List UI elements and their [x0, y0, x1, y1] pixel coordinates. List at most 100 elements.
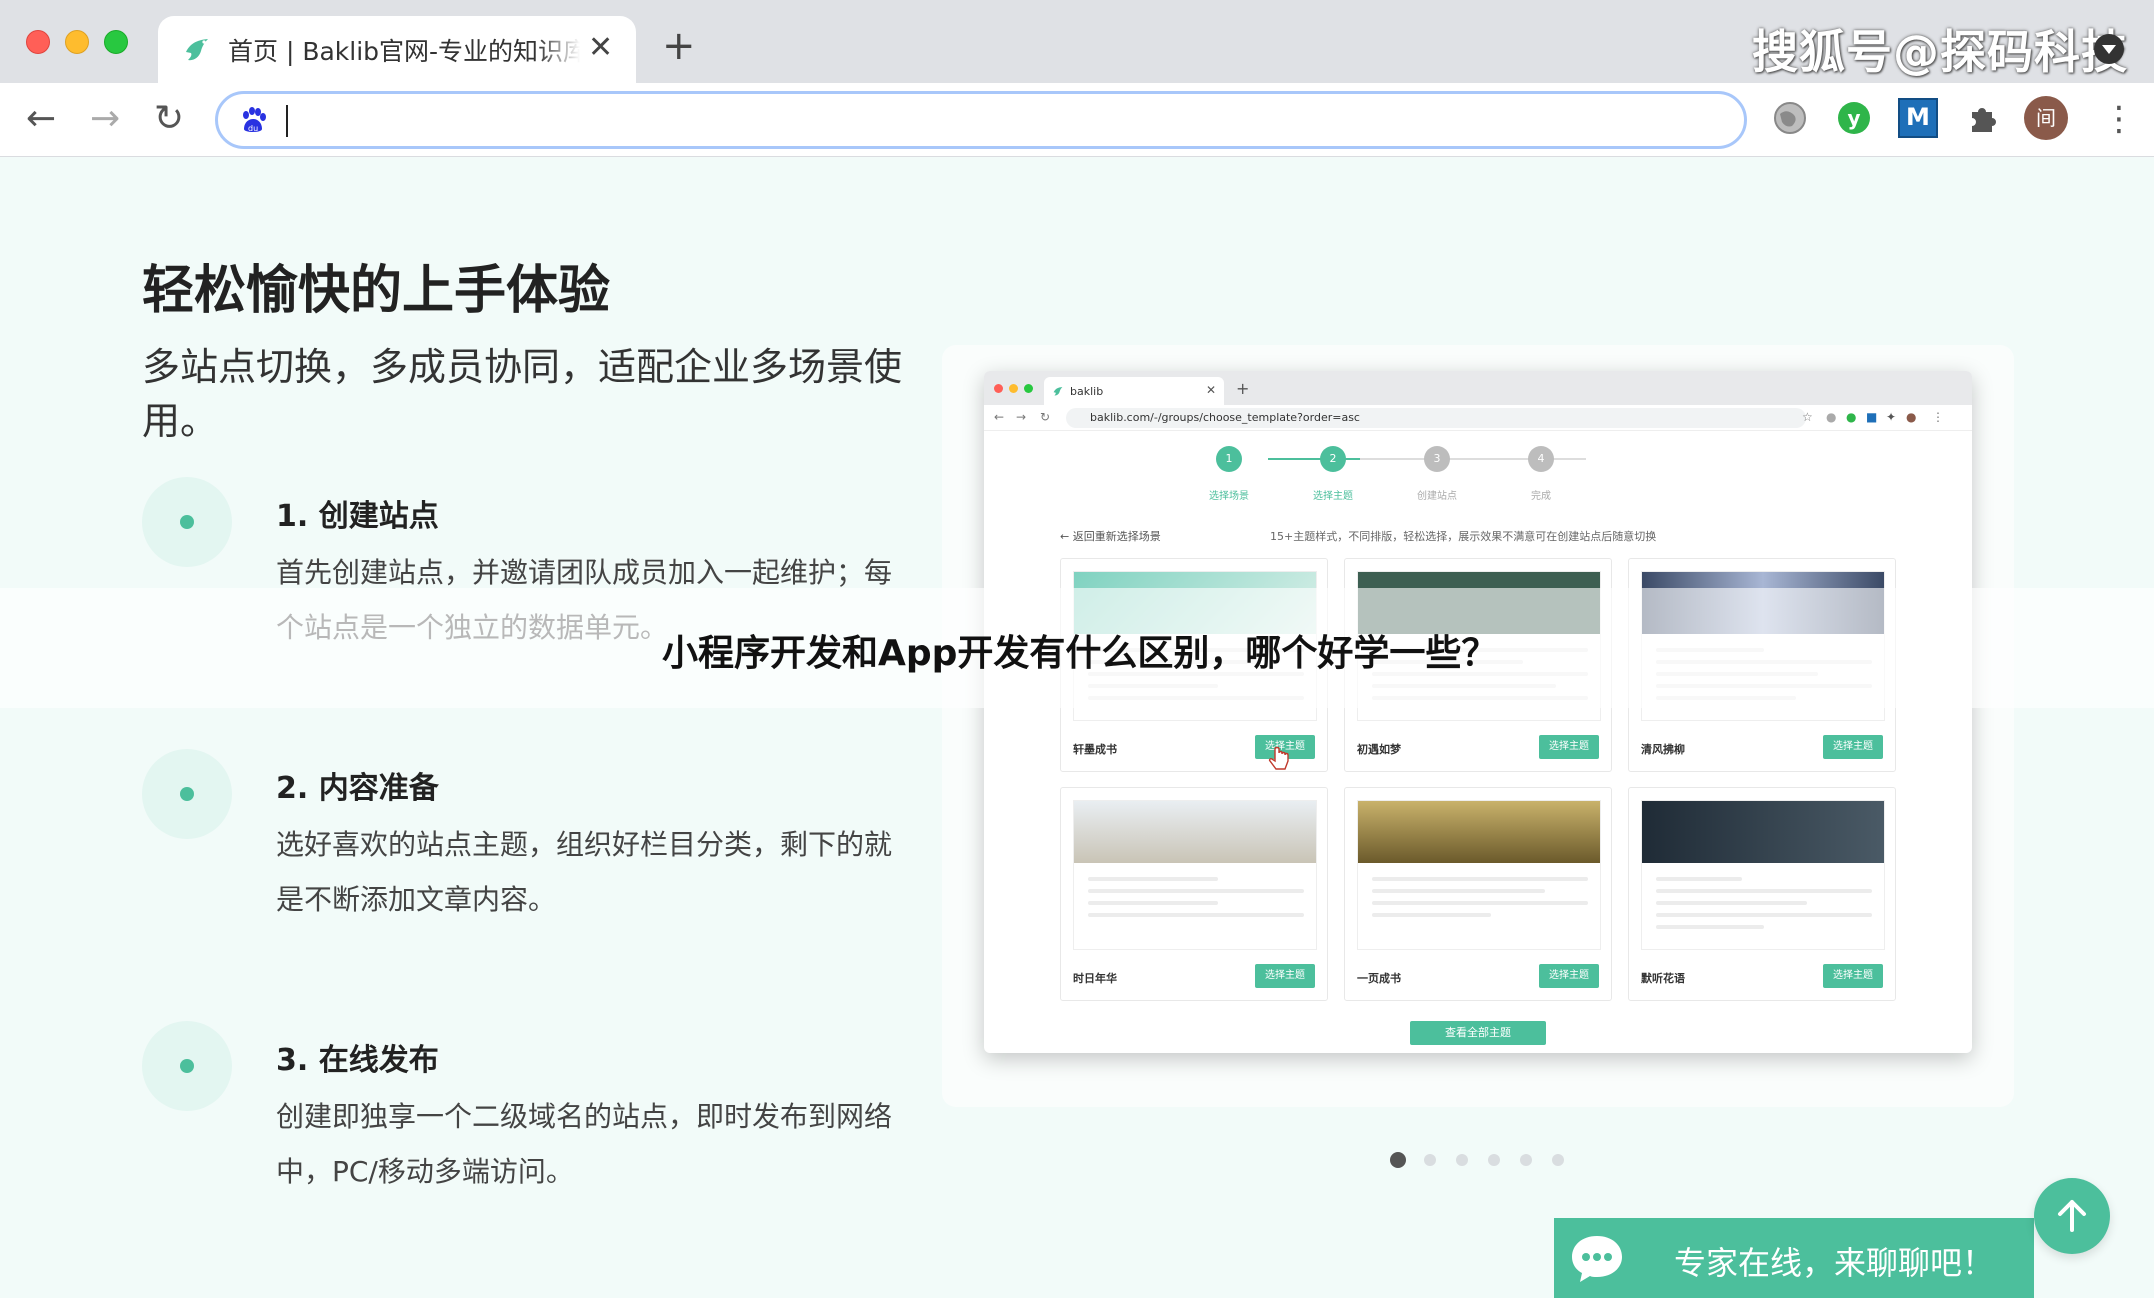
- preview-close-dot: [994, 384, 1003, 393]
- carousel-dot-1[interactable]: [1390, 1152, 1406, 1168]
- arrow-up-icon: [2058, 1200, 2086, 1232]
- chat-bubble-icon: [1572, 1236, 1622, 1282]
- select-theme-button: 选择主题: [1539, 964, 1599, 988]
- step-bullet-icon: [142, 749, 232, 839]
- back-to-top-button[interactable]: [2034, 1178, 2110, 1254]
- select-theme-button: 选择主题: [1823, 735, 1883, 759]
- template-thumbnail: [1357, 800, 1601, 950]
- new-tab-button[interactable]: +: [662, 26, 696, 66]
- stepper-label: 选择场景: [1209, 491, 1249, 502]
- browser-tab-bar: 首页 | Baklib官网-专业的知识库及在线文档 ✕ + 搜狐号@探码科技: [0, 0, 2154, 83]
- template-hint: 15+主题样式，不同排版，轻松选择，展示效果不满意可在创建站点后随意切换: [1270, 530, 1657, 543]
- address-bar[interactable]: du: [215, 91, 1747, 149]
- back-button[interactable]: ←: [26, 99, 56, 139]
- template-card: 一页成书 选择主题: [1344, 787, 1612, 1001]
- preview-browser-window: baklib ✕ + ← → ↻ baklib.com/-/groups/cho…: [984, 371, 1972, 1053]
- template-name: 轩墨成书: [1073, 743, 1117, 756]
- reload-button[interactable]: ↻: [154, 99, 184, 139]
- puzzle-icon[interactable]: [1962, 98, 2002, 138]
- minimize-window-button[interactable]: [65, 30, 89, 54]
- select-theme-button: 选择主题: [1255, 964, 1315, 988]
- template-name: 初遇如梦: [1357, 743, 1401, 756]
- m-extension-icon: ■: [1866, 410, 1878, 424]
- tab-title: 首页 | Baklib官网-专业的知识库及在线文档: [228, 37, 580, 66]
- close-window-button[interactable]: [26, 30, 50, 54]
- template-name: 默听花语: [1641, 972, 1685, 985]
- step-title: 1. 创建站点: [276, 499, 439, 534]
- template-card: 默听花语 选择主题: [1628, 787, 1896, 1001]
- green-v-extension-icon[interactable]: y: [1834, 98, 1874, 138]
- overlay-banner-text: 小程序开发和App开发有什么区别，哪个好学一些？: [662, 633, 1498, 674]
- step-bullet-icon: [142, 477, 232, 567]
- watermark-text: 搜狐号@探码科技: [1752, 25, 2128, 79]
- v-ext-label: y: [1847, 106, 1860, 130]
- kebab-menu-icon: ⋮: [1932, 410, 1944, 424]
- forward-icon: →: [1016, 410, 1027, 424]
- stepper-label: 完成: [1531, 491, 1551, 502]
- preview-minimize-dot: [1009, 384, 1018, 393]
- carousel-dot-6[interactable]: [1552, 1154, 1564, 1166]
- back-to-scene-link: ← 返回重新选择场景: [1060, 530, 1161, 543]
- globe-icon: ●: [1826, 410, 1837, 424]
- preview-zoom-dot: [1024, 384, 1033, 393]
- baidu-paw-icon: du: [243, 107, 266, 133]
- globe-icon[interactable]: [1770, 98, 1810, 138]
- hand-cursor-icon: [1268, 746, 1289, 770]
- chat-label: 专家在线，来聊聊吧！: [1674, 1244, 1995, 1282]
- carousel-dot-5[interactable]: [1520, 1154, 1532, 1166]
- tab-close-icon[interactable]: ✕: [588, 30, 613, 66]
- chat-widget-button[interactable]: 专家在线，来聊聊吧！: [1554, 1218, 2034, 1298]
- step-title: 3. 在线发布: [276, 1043, 439, 1078]
- close-icon: ✕: [1205, 383, 1216, 397]
- step-description: 创建即独享一个二级域名的站点，即时发布到网络中，PC/移动多端访问。: [276, 1100, 893, 1188]
- green-v-extension-icon: ●: [1846, 410, 1857, 424]
- preview-url: baklib.com/-/groups/choose_template?orde…: [1066, 408, 1806, 428]
- puzzle-icon: ✦: [1886, 410, 1897, 424]
- plus-icon: +: [1236, 379, 1250, 398]
- template-name: 时日年华: [1073, 972, 1117, 985]
- stepper-label: 创建站点: [1417, 491, 1457, 502]
- page-title: 轻松愉快的上手体验: [142, 261, 611, 321]
- star-icon: ☆: [1802, 410, 1813, 424]
- carousel-dot-4[interactable]: [1488, 1154, 1500, 1166]
- step-bullet-icon: [142, 1021, 232, 1111]
- stepper-step-1: 1: [1216, 446, 1242, 472]
- preview-tab: baklib ✕: [1044, 377, 1224, 405]
- preview-toolbar: ← → ↻ baklib.com/-/groups/choose_templat…: [984, 405, 1972, 431]
- stepper-step-2: 2: [1320, 446, 1346, 472]
- browser-tab-active[interactable]: 首页 | Baklib官网-专业的知识库及在线文档 ✕: [158, 16, 636, 83]
- browser-toolbar: ← → ↻ du y M 间 ⋮: [0, 83, 2154, 157]
- template-name: 一页成书: [1357, 972, 1401, 985]
- carousel-dot-2[interactable]: [1424, 1154, 1436, 1166]
- profile-avatar[interactable]: 间: [2024, 96, 2068, 140]
- text-caret: [286, 105, 288, 137]
- stepper-step-3: 3: [1424, 446, 1450, 472]
- baklib-favicon-icon: [186, 39, 208, 61]
- view-all-themes-button: 查看全部主题: [1410, 1021, 1546, 1045]
- svg-text:du: du: [248, 124, 258, 133]
- select-theme-button: 选择主题: [1539, 735, 1599, 759]
- template-name: 清风拂柳: [1641, 743, 1685, 756]
- carousel-dot-3[interactable]: [1456, 1154, 1468, 1166]
- back-icon: ←: [994, 410, 1005, 424]
- step-title: 2. 内容准备: [276, 771, 439, 806]
- template-thumbnail: [1073, 800, 1317, 950]
- template-card: 时日年华 选择主题: [1060, 787, 1328, 1001]
- profile-avatar: ●: [1906, 410, 1917, 424]
- m-extension-icon[interactable]: M: [1898, 98, 1938, 138]
- preview-tab-bar: baklib ✕ +: [984, 371, 1972, 405]
- forward-button[interactable]: →: [90, 99, 120, 139]
- baklib-favicon-icon: [1053, 387, 1063, 396]
- stepper-line-done: [1268, 458, 1360, 460]
- template-thumbnail: [1641, 800, 1885, 950]
- preview-tab-title: baklib: [1070, 385, 1104, 398]
- reload-icon: ↻: [1040, 410, 1051, 424]
- select-theme-button: 选择主题: [1823, 964, 1883, 988]
- watermark-dropdown-icon: [2094, 34, 2124, 64]
- zoom-window-button[interactable]: [104, 30, 128, 54]
- page-subtitle: 多站点切换，多成员协同，适配企业多场景使用。: [142, 345, 903, 443]
- kebab-menu-icon[interactable]: ⋮: [2102, 99, 2136, 139]
- stepper-step-4: 4: [1528, 446, 1554, 472]
- stepper-label: 选择主题: [1313, 491, 1353, 502]
- step-description: 选好喜欢的站点主题，组织好栏目分类，剩下的就是不断添加文章内容。: [276, 828, 893, 916]
